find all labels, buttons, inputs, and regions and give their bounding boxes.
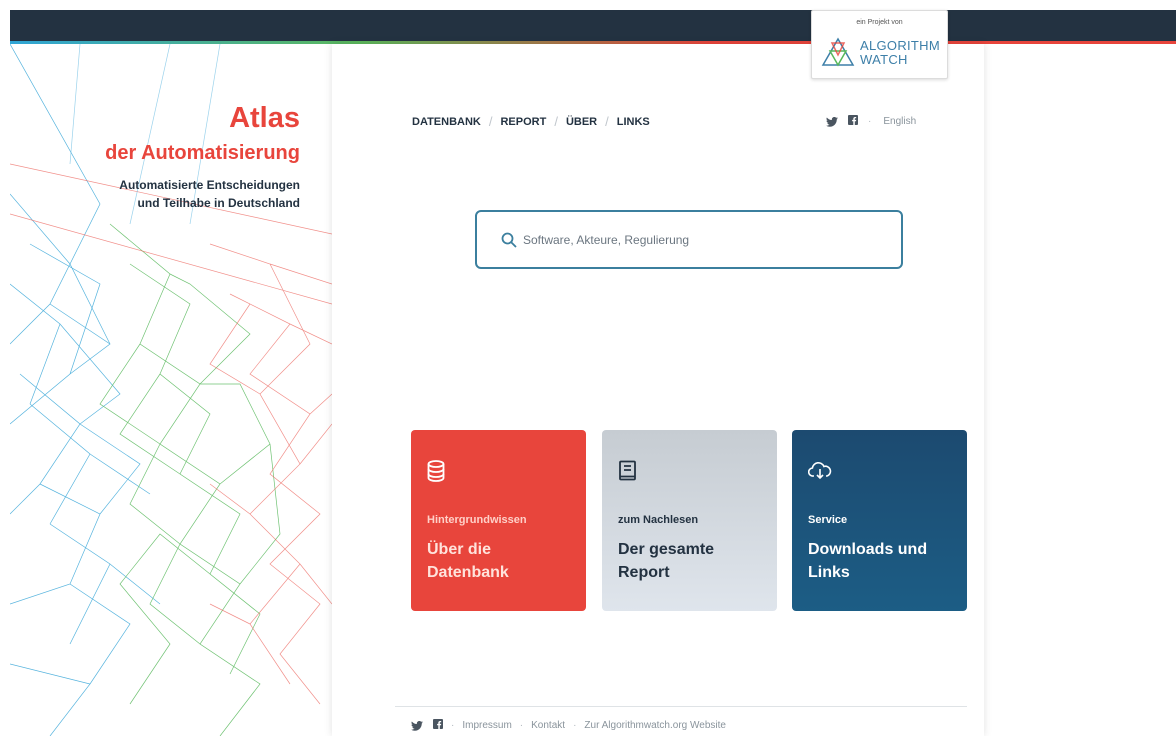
badge-name: ALGORITHM WATCH xyxy=(860,39,940,67)
badge-caption: ein Projekt von xyxy=(856,19,903,26)
cloud-download-icon xyxy=(808,462,832,480)
search-box[interactable] xyxy=(475,210,903,269)
footer-dot: · xyxy=(573,720,577,731)
footer-link-kontakt[interactable]: Kontakt xyxy=(531,720,565,731)
badge-name-line-1: ALGORITHM xyxy=(860,38,940,53)
card-datenbank[interactable]: Hintergrundwissen Über die Datenbank xyxy=(411,430,586,611)
tagline-line-2: und Teilhabe in Deutschland xyxy=(137,196,300,210)
card-title: Über die Datenbank xyxy=(427,541,509,581)
nav-item-report[interactable]: REPORT xyxy=(500,116,546,128)
nav-separator: / xyxy=(554,114,558,129)
main-nav: DATENBANK / REPORT / ÜBER / LINKS xyxy=(412,114,650,129)
algorithmwatch-logo-icon xyxy=(821,37,855,67)
main-content xyxy=(332,44,984,736)
nav-item-datenbank[interactable]: DATENBANK xyxy=(412,116,481,128)
nav-separator: / xyxy=(488,114,493,129)
database-icon xyxy=(427,460,445,482)
brand-tagline: Automatisierte Entscheidungen und Teilha… xyxy=(60,176,300,212)
card-title: Der gesamte Report xyxy=(618,541,715,581)
card-kicker: Service xyxy=(808,514,848,526)
card-service[interactable]: Service Downloads und Links xyxy=(792,430,967,611)
brand-subtitle: der Automatisierung xyxy=(105,142,300,164)
footer-divider xyxy=(395,706,967,707)
footer: · Impressum · Kontakt · Zur Algorithmwat… xyxy=(411,719,726,732)
footer-dot: · xyxy=(451,720,455,731)
search-input[interactable] xyxy=(523,232,863,247)
language-switch[interactable]: English xyxy=(883,116,916,127)
book-icon xyxy=(619,460,636,481)
left-hero-panel: Atlas der Automatisierung Automatisierte… xyxy=(10,44,332,736)
twitter-icon[interactable] xyxy=(411,720,423,731)
card-kicker: zum Nachlesen xyxy=(618,514,699,526)
algorithmwatch-badge[interactable]: ein Projekt von ALGORITHM WATCH xyxy=(811,10,948,79)
facebook-icon[interactable] xyxy=(433,719,443,732)
nav-item-ueber[interactable]: ÜBER xyxy=(566,116,597,128)
tagline-line-1: Automatisierte Entscheidungen xyxy=(119,178,300,192)
brand-title: Atlas xyxy=(229,102,300,134)
nav-separator: / xyxy=(605,114,609,129)
facebook-icon[interactable] xyxy=(848,115,858,128)
card-kicker: Hintergrundwissen xyxy=(427,514,527,526)
search-icon xyxy=(501,232,517,248)
footer-link-algorithmwatch[interactable]: Zur Algorithmwatch.org Website xyxy=(584,720,726,731)
header-social: · English xyxy=(826,115,916,128)
twitter-icon[interactable] xyxy=(826,116,838,127)
top-bar xyxy=(10,10,1176,41)
badge-name-line-2: WATCH xyxy=(860,52,908,67)
footer-link-impressum[interactable]: Impressum xyxy=(462,720,511,731)
nav-item-links[interactable]: LINKS xyxy=(617,116,650,128)
card-report[interactable]: zum Nachlesen Der gesamte Report xyxy=(602,430,777,611)
card-title: Downloads und Links xyxy=(808,541,928,581)
footer-dot: · xyxy=(519,720,524,731)
